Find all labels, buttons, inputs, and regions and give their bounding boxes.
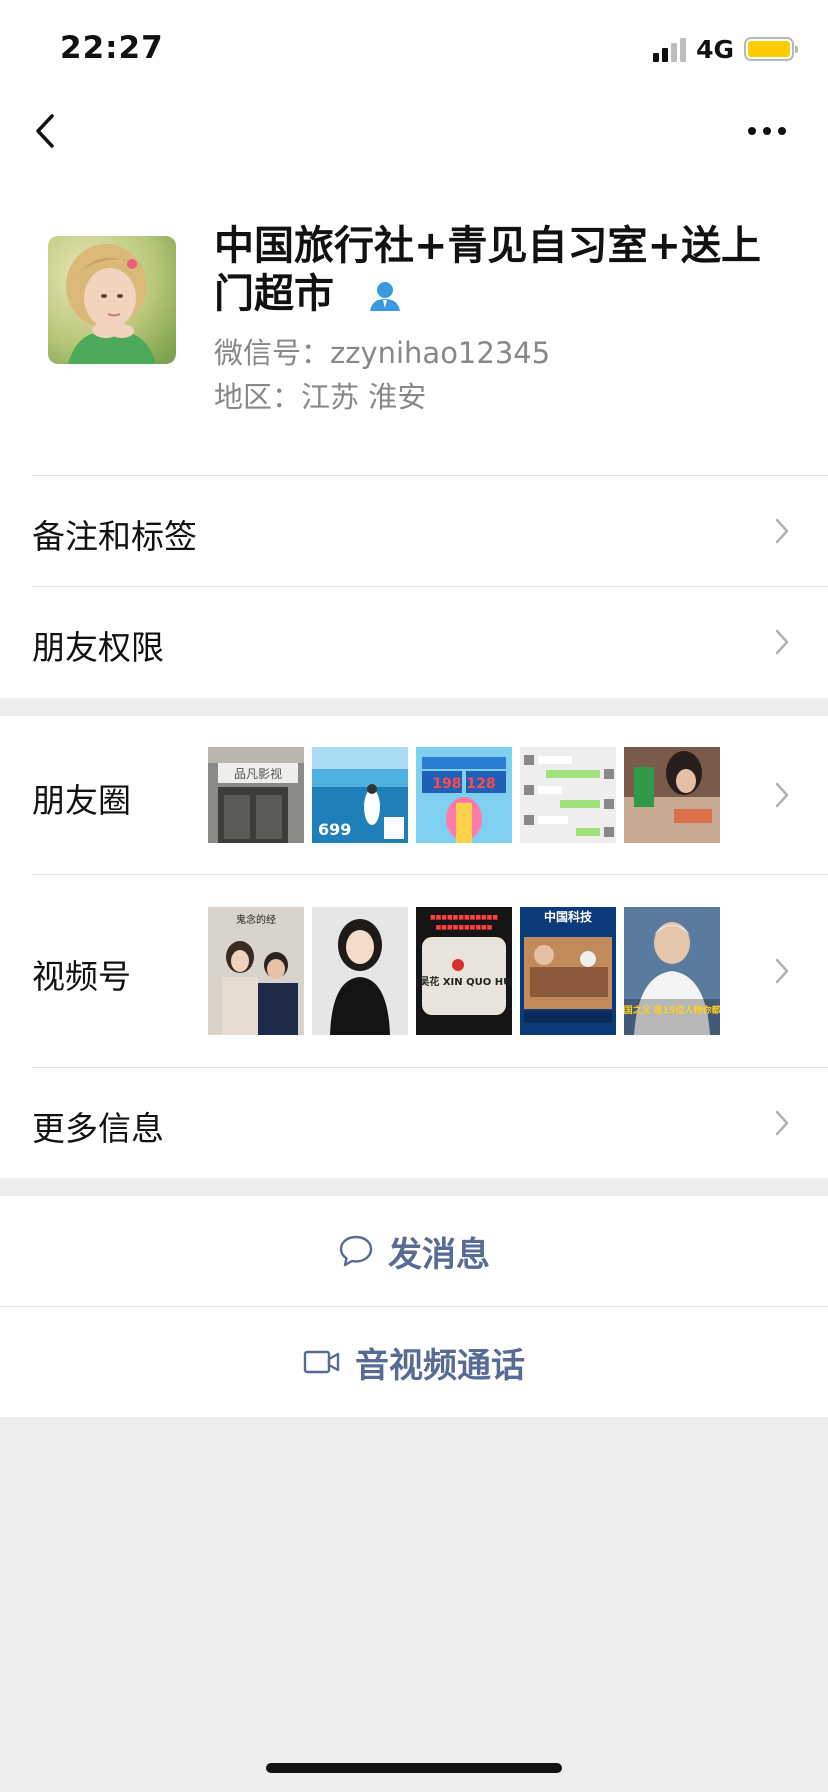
moments-thumb-storefront[interactable]: 品凡影视 [208, 747, 304, 843]
moments-label: 朋友圈 [32, 781, 131, 820]
doctor-video-image: 盘点中国之父 这15位人物你都认识吗 [624, 907, 720, 1035]
storefront-image: 品凡影视 [208, 747, 304, 843]
chevron-right-icon [775, 1110, 789, 1136]
channels-thumbnails: 鬼念的经 ■■■■■■■■■■■■ ■■■■■■■■■■ 吴花 XIN QUO … [208, 907, 720, 1035]
channels-thumb-woman[interactable] [312, 907, 408, 1035]
video-call-label: 音视频通话 [355, 1345, 525, 1386]
network-type: 4G [696, 34, 734, 64]
channels-thumb-doctor[interactable]: 盘点中国之父 这15位人物你都认识吗 [624, 907, 720, 1035]
chat-screenshot-image [520, 747, 616, 843]
summer-promo-caption: 198 128 [432, 776, 495, 792]
status-time: 22:27 [60, 30, 164, 66]
chat-bubble-icon [339, 1235, 373, 1267]
send-message-label: 发消息 [388, 1234, 490, 1275]
status-indicators: 4G [653, 34, 798, 64]
svg-text:■■■■■■■■■■: ■■■■■■■■■■ [436, 924, 493, 931]
friend-permissions-row[interactable]: 朋友权限 [0, 587, 828, 697]
signal-icon [653, 36, 687, 62]
moments-thumb-chat[interactable] [520, 747, 616, 843]
couple-video-image: 鬼念的经 [208, 907, 304, 1035]
channels-thumb-product[interactable]: ■■■■■■■■■■■■ ■■■■■■■■■■ 新吴花 XIN QUO HUA [416, 907, 512, 1035]
food-image [624, 747, 720, 843]
chevron-right-icon [775, 518, 789, 544]
couple-video-caption: 鬼念的经 [236, 913, 276, 926]
doctor-video-caption: 盘点中国之父 这15位人物你都认识吗 [624, 1004, 720, 1016]
avatar-image [48, 236, 176, 364]
contact-icon [370, 282, 400, 311]
moments-thumbnails: 品凡影视 699 198 128 [208, 747, 720, 843]
channels-thumb-tech[interactable]: 中国科技 [520, 907, 616, 1035]
more-button[interactable] [748, 116, 792, 146]
channels-label: 视频号 [32, 957, 131, 996]
more-info-label: 更多信息 [32, 1109, 164, 1148]
tech-video-caption: 中国科技 [544, 909, 593, 924]
chevron-right-icon [775, 958, 789, 984]
region: 地区：江苏 淮安 [214, 380, 427, 414]
moments-thumb-beach[interactable]: 699 [312, 747, 408, 843]
woman-video-image [312, 907, 408, 1035]
remark-tags-row[interactable]: 备注和标签 [0, 476, 828, 586]
chevron-right-icon [775, 782, 789, 808]
moments-row[interactable]: 朋友圈 品凡影视 699 198 128 [0, 716, 828, 874]
tech-video-image: 中国科技 [520, 907, 616, 1035]
svg-text:■■■■■■■■■■■■: ■■■■■■■■■■■■ [430, 914, 498, 921]
chevron-right-icon [775, 629, 789, 655]
more-dots-icon [748, 127, 756, 135]
product-video-caption: 新吴花 XIN QUO HUA [416, 975, 512, 988]
beach-caption: 699 [318, 820, 351, 839]
product-video-image: ■■■■■■■■■■■■ ■■■■■■■■■■ 新吴花 XIN QUO HUA [416, 907, 512, 1035]
home-indicator[interactable] [266, 1763, 562, 1773]
profile-name-text: 中国旅行社+青见自习室+送上门超市 [214, 223, 762, 317]
friend-permissions-label: 朋友权限 [32, 628, 164, 667]
video-call-button[interactable]: 音视频通话 [0, 1307, 828, 1417]
battery-icon [744, 37, 798, 61]
remark-tags-label: 备注和标签 [32, 517, 197, 556]
moments-thumb-food[interactable] [624, 747, 720, 843]
send-message-button[interactable]: 发消息 [0, 1196, 828, 1306]
profile-name: 中国旅行社+青见自习室+送上门超市 [214, 222, 794, 318]
channels-thumb-couple[interactable]: 鬼念的经 [208, 907, 304, 1035]
beach-image: 699 [312, 747, 408, 843]
avatar[interactable] [48, 236, 176, 364]
chevron-left-icon [36, 114, 54, 148]
back-button[interactable] [28, 106, 68, 156]
video-camera-icon [303, 1350, 340, 1374]
wechat-id: 微信号：zzynihao12345 [214, 336, 551, 370]
more-info-row[interactable]: 更多信息 [0, 1068, 828, 1178]
storefront-caption: 品凡影视 [234, 766, 282, 781]
summer-promo-image: 198 128 [416, 747, 512, 843]
moments-thumb-summer-promo[interactable]: 198 128 [416, 747, 512, 843]
contact-profile-screen: 22:27 4G 中国旅行社+青见自习室+送上门超市 微信号：zzynihao1… [0, 0, 828, 1792]
channels-row[interactable]: 视频号 鬼念的经 ■■■■■■■■■■■■ ■■■■■■■■■■ 吴花 XIN … [0, 875, 828, 1067]
